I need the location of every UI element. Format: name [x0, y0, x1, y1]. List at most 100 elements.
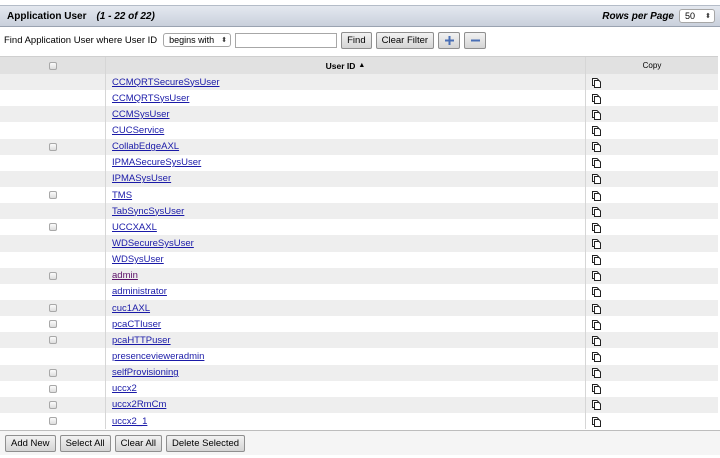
row-checkbox[interactable] [48, 400, 57, 409]
select-cell [0, 380, 106, 397]
users-table: User ID ▲ Copy CCMQRTSecureSysUser CCMQRT… [0, 56, 718, 430]
copy-cell [586, 235, 718, 251]
user-id-link[interactable]: admin [112, 270, 138, 281]
select-cell [0, 412, 106, 430]
user-id-link[interactable]: TMS [112, 190, 132, 201]
row-checkbox[interactable] [48, 223, 57, 232]
select-all-checkbox[interactable] [48, 61, 57, 70]
select-cell [0, 364, 106, 381]
copy-icon[interactable] [591, 93, 602, 104]
add-criteria-button[interactable] [438, 31, 461, 49]
copy-cell [586, 348, 718, 364]
user-id-cell: CollabEdgeAXL [106, 138, 586, 155]
select-cell [0, 396, 106, 413]
row-checkbox[interactable] [48, 320, 57, 329]
copy-icon[interactable] [591, 351, 602, 362]
table-row: pcaHTTPuser [0, 332, 718, 349]
add-new-button[interactable]: Add New [5, 434, 56, 452]
copy-icon[interactable] [591, 157, 602, 169]
copy-cell [586, 106, 718, 122]
user-id-cell: TMS [106, 186, 586, 204]
row-checkbox[interactable] [48, 336, 57, 345]
user-id-link[interactable]: CCMQRTSysUser [112, 93, 189, 104]
row-checkbox[interactable] [48, 384, 57, 393]
remove-criteria-button[interactable] [464, 31, 487, 49]
user-id-link[interactable]: WDSysUser [112, 254, 164, 265]
page-header: Application User (1 - 22 of 22) Rows per… [0, 5, 720, 27]
table-row: uccx2RmCm [0, 396, 718, 413]
user-id-link[interactable]: CCMQRTSecureSysUser [112, 77, 220, 88]
copy-icon[interactable] [591, 399, 602, 411]
copy-icon[interactable] [591, 109, 602, 120]
copy-icon[interactable] [591, 173, 602, 185]
user-id-link[interactable]: TabSyncSysUser [112, 206, 184, 217]
copy-icon[interactable] [591, 286, 602, 298]
copy-icon[interactable] [591, 254, 602, 266]
table-row: TabSyncSysUser [0, 203, 718, 220]
clear-all-button[interactable]: Clear All [114, 434, 163, 452]
row-checkbox[interactable] [48, 304, 57, 313]
user-id-link[interactable]: CollabEdgeAXL [112, 141, 179, 152]
user-id-link[interactable]: pcaHTTPuser [112, 335, 171, 346]
user-id-cell: CCMQRTSysUser [106, 90, 586, 107]
user-id-link[interactable]: administrator [112, 286, 167, 297]
table-row: presencevieweradmin [0, 348, 718, 365]
select-cell [0, 348, 106, 365]
user-id-link[interactable]: presencevieweradmin [112, 351, 204, 362]
user-id-link[interactable]: WDSecureSysUser [112, 238, 194, 249]
copy-icon[interactable] [591, 270, 602, 282]
user-id-link[interactable]: IPMASecureSysUser [112, 157, 201, 168]
delete-selected-button[interactable]: Delete Selected [166, 434, 246, 452]
row-checkbox[interactable] [48, 191, 57, 200]
row-checkbox[interactable] [48, 142, 57, 151]
select-cell [0, 106, 106, 123]
copy-cell [586, 219, 718, 235]
user-id-link[interactable]: IPMASysUser [112, 173, 171, 184]
user-id-cell: uccx2 [106, 380, 586, 397]
user-id-link[interactable]: uccx2 [112, 383, 137, 394]
table-row: WDSysUser [0, 251, 718, 268]
row-checkbox[interactable] [48, 417, 57, 426]
user-id-cell: WDSysUser [106, 251, 586, 268]
find-button[interactable]: Find [341, 31, 372, 49]
user-id-cell: uccx2_1 [106, 412, 586, 430]
row-checkbox[interactable] [48, 271, 57, 280]
user-id-link[interactable]: cuc1AXL [112, 303, 150, 314]
table-row: uccx2 [0, 380, 718, 397]
user-id-link[interactable]: UCCXAXL [112, 222, 157, 233]
user-id-link[interactable]: CUCService [112, 125, 164, 136]
copy-icon[interactable] [591, 77, 602, 88]
table-row: IPMASecureSysUser [0, 154, 718, 171]
copy-icon[interactable] [591, 367, 602, 379]
user-id-link[interactable]: uccx2_1 [112, 416, 147, 427]
copy-icon[interactable] [591, 125, 602, 136]
copy-icon[interactable] [591, 222, 602, 233]
copy-cell [586, 284, 718, 300]
table-header-row: User ID ▲ Copy [0, 57, 718, 74]
copy-icon[interactable] [591, 383, 602, 395]
select-all-button[interactable]: Select All [59, 434, 111, 452]
rows-per-page-select[interactable]: 50 ⬍ [679, 9, 715, 23]
user-id-link[interactable]: CCMSysUser [112, 109, 170, 120]
plus-icon [444, 35, 454, 45]
clear-filter-button[interactable]: Clear Filter [375, 31, 435, 49]
match-type-select[interactable]: begins with ⬍ [163, 33, 232, 47]
copy-icon[interactable] [591, 416, 602, 427]
user-id-column-header[interactable]: User ID ▲ [106, 57, 586, 74]
copy-icon[interactable] [591, 335, 602, 346]
user-id-cell: selfProvisioning [106, 364, 586, 381]
copy-icon[interactable] [591, 303, 602, 314]
copy-icon[interactable] [591, 190, 602, 201]
copy-icon[interactable] [591, 206, 602, 217]
user-id-link[interactable]: pcaCTIuser [112, 319, 161, 330]
copy-icon[interactable] [591, 238, 602, 249]
select-cell [0, 267, 106, 284]
user-id-link[interactable]: uccx2RmCm [112, 399, 166, 410]
search-input[interactable] [235, 32, 338, 48]
copy-icon[interactable] [591, 319, 602, 330]
user-id-link[interactable]: selfProvisioning [112, 367, 179, 378]
row-checkbox[interactable] [48, 368, 57, 377]
rows-per-page-value: 50 [685, 11, 696, 21]
table-row: WDSecureSysUser [0, 235, 718, 252]
copy-icon[interactable] [591, 141, 602, 153]
